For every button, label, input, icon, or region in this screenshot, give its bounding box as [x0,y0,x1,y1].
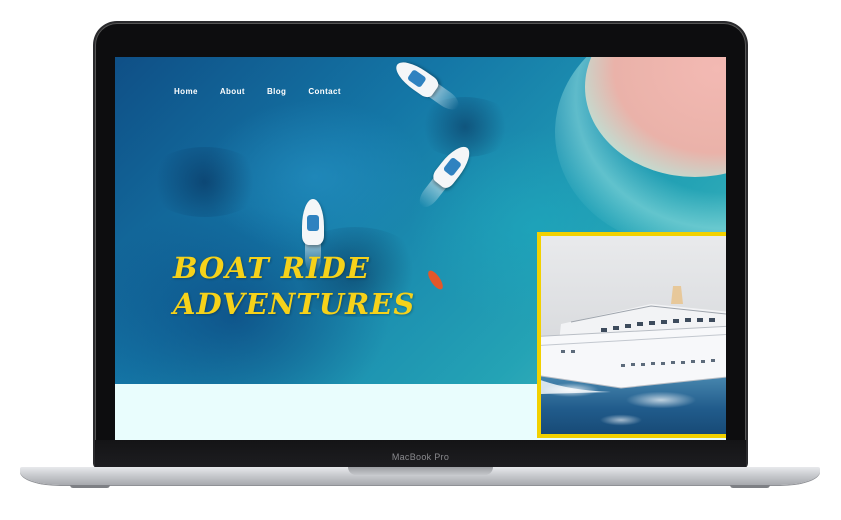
hero-title-line1: BOAT RIDE [173,251,370,285]
laptop-mockup: MacBook Pro Home About Blog Contact BOAT… [0,0,841,520]
cruise-ship-photo [537,232,726,438]
cruise-ship-image [541,286,726,394]
nav-about-link[interactable]: About [220,87,245,96]
nav-blog-link[interactable]: Blog [267,87,286,96]
hero-title-line2: ADVENTURES [173,287,416,321]
hero-title: BOAT RIDE ADVENTURES [173,250,473,322]
nav-home-link[interactable]: Home [174,87,198,96]
laptop-notch [348,467,493,475]
device-brand-label: MacBook Pro [391,452,450,462]
reef-shadow [145,147,265,217]
boat-icon [390,57,463,114]
laptop-foot-left [70,485,110,488]
laptop-foot-right [730,485,770,488]
boat-icon [302,199,324,273]
nav-contact-link[interactable]: Contact [308,87,341,96]
main-nav: Home About Blog Contact [174,87,363,96]
website-screen: Home About Blog Contact BOAT RIDE ADVENT… [115,57,726,440]
